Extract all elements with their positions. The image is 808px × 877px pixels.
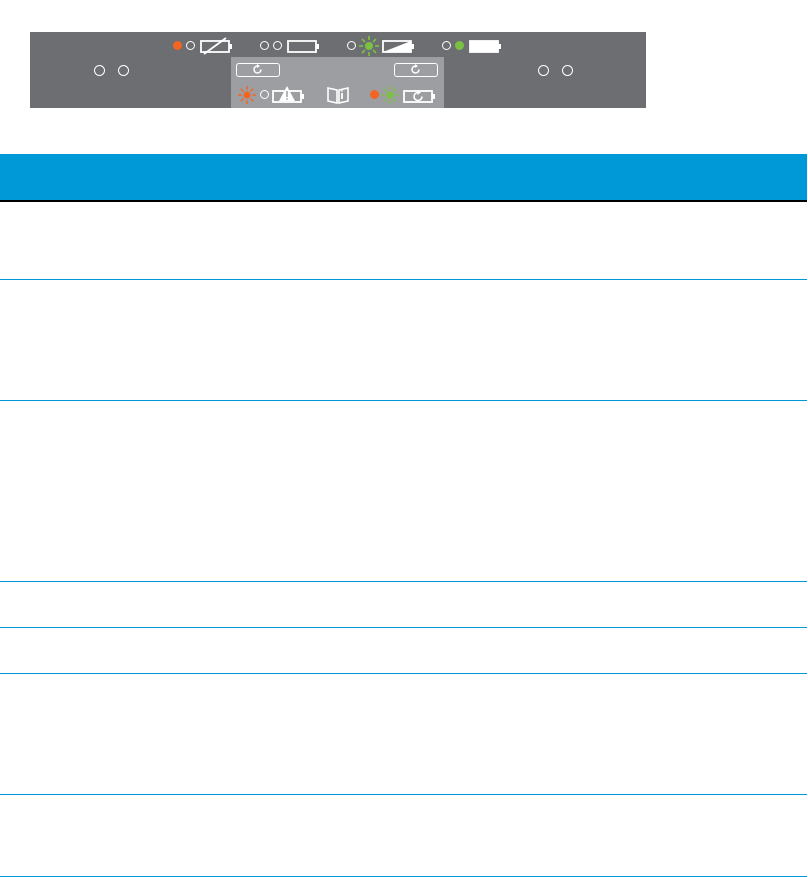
battery-warning-led-off	[260, 90, 269, 99]
table-row	[0, 795, 807, 877]
green-blinking-led-icon	[359, 36, 379, 56]
status-table	[0, 154, 807, 877]
battery-full-led-green	[455, 41, 464, 50]
table-row	[0, 582, 807, 628]
battery-empty-icon	[287, 40, 319, 53]
battery-partial-icon	[382, 40, 414, 53]
right-led-1	[538, 65, 549, 76]
table-row	[0, 401, 807, 582]
battery-empty-led-2	[273, 41, 282, 50]
table-row	[0, 280, 807, 401]
orange-blinking-led-icon	[238, 86, 256, 104]
right-led-2	[562, 65, 573, 76]
status-panel-center	[231, 57, 444, 108]
table-row	[0, 628, 807, 674]
battery-full-led-off	[442, 41, 451, 50]
refresh-icon	[411, 64, 420, 74]
battery-swap-icon	[403, 90, 435, 103]
battery-partial-led-off	[347, 41, 356, 50]
battery-warning-icon	[272, 86, 304, 103]
right-refresh-button[interactable]	[394, 63, 438, 77]
table-row	[0, 202, 807, 280]
battery-disconnected-led-orange	[173, 41, 182, 50]
left-refresh-button[interactable]	[236, 63, 280, 77]
left-led-2	[118, 65, 129, 76]
refresh-icon	[253, 64, 262, 74]
battery-disconnected-led-off	[186, 41, 195, 50]
green-blinking-led-icon	[381, 86, 399, 104]
battery-disconnected-icon	[200, 37, 232, 55]
battery-swap-led-orange	[370, 90, 379, 99]
table-header	[0, 154, 807, 202]
left-led-1	[94, 65, 105, 76]
table-row	[0, 674, 807, 795]
battery-empty-led-1	[260, 41, 269, 50]
manual-book-icon	[327, 87, 349, 104]
status-panel	[30, 32, 646, 108]
battery-full-icon	[469, 40, 501, 53]
